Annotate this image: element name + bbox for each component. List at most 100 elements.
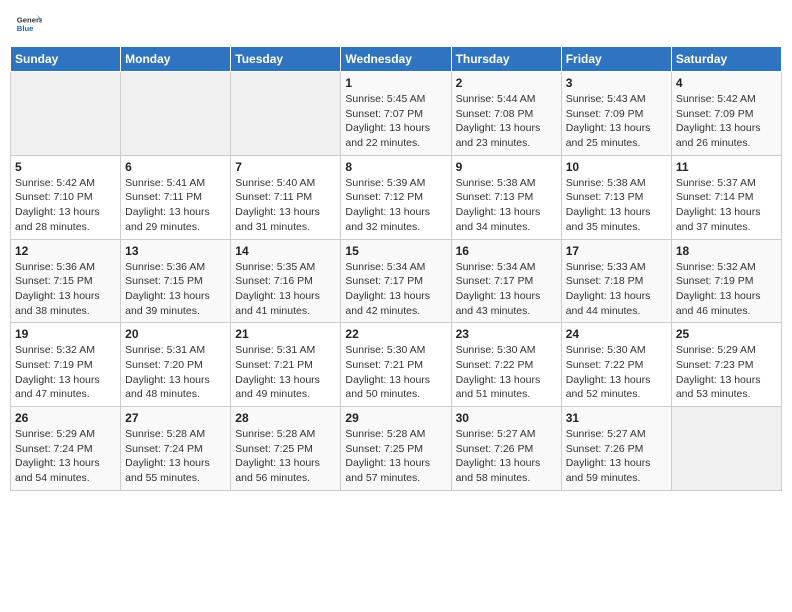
day-number: 25 (676, 327, 777, 341)
calendar-cell: 25Sunrise: 5:29 AMSunset: 7:23 PMDayligh… (671, 323, 781, 407)
day-info: Sunrise: 5:28 AMSunset: 7:24 PMDaylight:… (125, 427, 226, 486)
calendar-cell: 13 Sunrise: 5:36 AMSunset: 7:15 PMDayligh… (121, 239, 231, 323)
page-header: General Blue (10, 10, 782, 38)
calendar-cell: 12 Sunrise: 5:36 AMSunset: 7:15 PMDayligh… (11, 239, 121, 323)
logo-icon: General Blue (14, 10, 42, 38)
day-info: Sunrise: 5:40 AMSunset: 7:11 PMDaylight:… (235, 176, 336, 235)
weekday-header: Wednesday (341, 47, 451, 72)
day-number: 14 (235, 244, 336, 258)
day-number: 7 (235, 160, 336, 174)
day-number: 11 (676, 160, 777, 174)
day-number: 17 (566, 244, 667, 258)
day-number: 12 (15, 244, 116, 258)
calendar-cell: 16Sunrise: 5:34 AMSunset: 7:17 PMDayligh… (451, 239, 561, 323)
day-info: Sunrise: 5:37 AMSunset: 7:14 PMDaylight:… (676, 176, 777, 235)
day-number: 26 (15, 411, 116, 425)
day-number: 13 (125, 244, 226, 258)
day-info: Sunrise: 5:38 AMSunset: 7:13 PMDaylight:… (566, 176, 667, 235)
weekday-header-row: SundayMondayTuesdayWednesdayThursdayFrid… (11, 47, 782, 72)
day-info: Sunrise: 5:34 AMSunset: 7:17 PMDaylight:… (345, 260, 446, 319)
calendar-cell: 7 Sunrise: 5:40 AMSunset: 7:11 PMDaylight… (231, 155, 341, 239)
calendar-cell: 10 Sunrise: 5:38 AMSunset: 7:13 PMDayligh… (561, 155, 671, 239)
logo: General Blue (14, 10, 42, 38)
calendar-cell: 21 Sunrise: 5:31 AMSunset: 7:21 PMDayligh… (231, 323, 341, 407)
day-number: 9 (456, 160, 557, 174)
weekday-header: Tuesday (231, 47, 341, 72)
day-info: Sunrise: 5:27 AMSunset: 7:26 PMDaylight:… (456, 427, 557, 486)
day-info: Sunrise: 5:28 AMSunset: 7:25 PMDaylight:… (345, 427, 446, 486)
day-number: 15 (345, 244, 446, 258)
day-number: 27 (125, 411, 226, 425)
calendar-cell: 6Sunrise: 5:41 AMSunset: 7:11 PMDaylight… (121, 155, 231, 239)
day-number: 29 (345, 411, 446, 425)
day-info: Sunrise: 5:41 AMSunset: 7:11 PMDaylight:… (125, 176, 226, 235)
calendar-cell: 29 Sunrise: 5:28 AMSunset: 7:25 PMDayligh… (341, 407, 451, 491)
calendar-week-row: 1 Sunrise: 5:45 AMSunset: 7:07 PMDaylight… (11, 72, 782, 156)
calendar-cell: 11 Sunrise: 5:37 AMSunset: 7:14 PMDayligh… (671, 155, 781, 239)
day-info: Sunrise: 5:39 AMSunset: 7:12 PMDaylight:… (345, 176, 446, 235)
day-info: Sunrise: 5:36 AMSunset: 7:15 PMDaylight:… (125, 260, 226, 319)
calendar-cell: 19Sunrise: 5:32 AMSunset: 7:19 PMDayligh… (11, 323, 121, 407)
calendar-cell: 31Sunrise: 5:27 AMSunset: 7:26 PMDayligh… (561, 407, 671, 491)
day-number: 30 (456, 411, 557, 425)
calendar-cell (121, 72, 231, 156)
day-number: 18 (676, 244, 777, 258)
calendar-cell: 22Sunrise: 5:30 AMSunset: 7:21 PMDayligh… (341, 323, 451, 407)
calendar-cell: 4 Sunrise: 5:42 AMSunset: 7:09 PMDaylight… (671, 72, 781, 156)
day-info: Sunrise: 5:27 AMSunset: 7:26 PMDaylight:… (566, 427, 667, 486)
weekday-header: Saturday (671, 47, 781, 72)
calendar-cell: 26 Sunrise: 5:29 AMSunset: 7:24 PMDayligh… (11, 407, 121, 491)
calendar-cell: 8 Sunrise: 5:39 AMSunset: 7:12 PMDaylight… (341, 155, 451, 239)
day-info: Sunrise: 5:30 AMSunset: 7:22 PMDaylight:… (566, 343, 667, 402)
calendar-cell (11, 72, 121, 156)
day-info: Sunrise: 5:34 AMSunset: 7:17 PMDaylight:… (456, 260, 557, 319)
day-info: Sunrise: 5:42 AMSunset: 7:09 PMDaylight:… (676, 92, 777, 151)
calendar-cell: 30 Sunrise: 5:27 AMSunset: 7:26 PMDayligh… (451, 407, 561, 491)
calendar-cell: 3 Sunrise: 5:43 AMSunset: 7:09 PMDaylight… (561, 72, 671, 156)
calendar-week-row: 12 Sunrise: 5:36 AMSunset: 7:15 PMDayligh… (11, 239, 782, 323)
calendar-cell: 5Sunrise: 5:42 AMSunset: 7:10 PMDaylight… (11, 155, 121, 239)
calendar-cell: 14 Sunrise: 5:35 AMSunset: 7:16 PMDayligh… (231, 239, 341, 323)
day-info: Sunrise: 5:28 AMSunset: 7:25 PMDaylight:… (235, 427, 336, 486)
day-number: 24 (566, 327, 667, 341)
calendar-week-row: 19Sunrise: 5:32 AMSunset: 7:19 PMDayligh… (11, 323, 782, 407)
svg-text:General: General (17, 16, 42, 25)
day-info: Sunrise: 5:31 AMSunset: 7:20 PMDaylight:… (125, 343, 226, 402)
calendar-cell: 15 Sunrise: 5:34 AMSunset: 7:17 PMDayligh… (341, 239, 451, 323)
svg-text:Blue: Blue (17, 24, 34, 33)
day-number: 1 (345, 76, 446, 90)
calendar-cell: 20 Sunrise: 5:31 AMSunset: 7:20 PMDayligh… (121, 323, 231, 407)
day-info: Sunrise: 5:31 AMSunset: 7:21 PMDaylight:… (235, 343, 336, 402)
calendar-cell: 18 Sunrise: 5:32 AMSunset: 7:19 PMDayligh… (671, 239, 781, 323)
weekday-header: Friday (561, 47, 671, 72)
day-info: Sunrise: 5:32 AMSunset: 7:19 PMDaylight:… (676, 260, 777, 319)
day-number: 23 (456, 327, 557, 341)
day-info: Sunrise: 5:44 AMSunset: 7:08 PMDaylight:… (456, 92, 557, 151)
calendar-week-row: 5Sunrise: 5:42 AMSunset: 7:10 PMDaylight… (11, 155, 782, 239)
day-info: Sunrise: 5:36 AMSunset: 7:15 PMDaylight:… (15, 260, 116, 319)
day-info: Sunrise: 5:32 AMSunset: 7:19 PMDaylight:… (15, 343, 116, 402)
calendar-cell: 9Sunrise: 5:38 AMSunset: 7:13 PMDaylight… (451, 155, 561, 239)
day-number: 4 (676, 76, 777, 90)
calendar-cell: 24 Sunrise: 5:30 AMSunset: 7:22 PMDayligh… (561, 323, 671, 407)
calendar-cell: 2 Sunrise: 5:44 AMSunset: 7:08 PMDaylight… (451, 72, 561, 156)
day-number: 20 (125, 327, 226, 341)
weekday-header: Sunday (11, 47, 121, 72)
day-info: Sunrise: 5:35 AMSunset: 7:16 PMDaylight:… (235, 260, 336, 319)
day-number: 3 (566, 76, 667, 90)
calendar-cell (671, 407, 781, 491)
weekday-header: Thursday (451, 47, 561, 72)
calendar-cell: 23Sunrise: 5:30 AMSunset: 7:22 PMDayligh… (451, 323, 561, 407)
day-info: Sunrise: 5:43 AMSunset: 7:09 PMDaylight:… (566, 92, 667, 151)
day-info: Sunrise: 5:29 AMSunset: 7:24 PMDaylight:… (15, 427, 116, 486)
day-info: Sunrise: 5:45 AMSunset: 7:07 PMDaylight:… (345, 92, 446, 151)
day-number: 10 (566, 160, 667, 174)
day-number: 21 (235, 327, 336, 341)
day-number: 8 (345, 160, 446, 174)
day-number: 2 (456, 76, 557, 90)
day-info: Sunrise: 5:30 AMSunset: 7:21 PMDaylight:… (345, 343, 446, 402)
calendar-cell: 1 Sunrise: 5:45 AMSunset: 7:07 PMDaylight… (341, 72, 451, 156)
weekday-header: Monday (121, 47, 231, 72)
calendar-week-row: 26 Sunrise: 5:29 AMSunset: 7:24 PMDayligh… (11, 407, 782, 491)
day-number: 5 (15, 160, 116, 174)
